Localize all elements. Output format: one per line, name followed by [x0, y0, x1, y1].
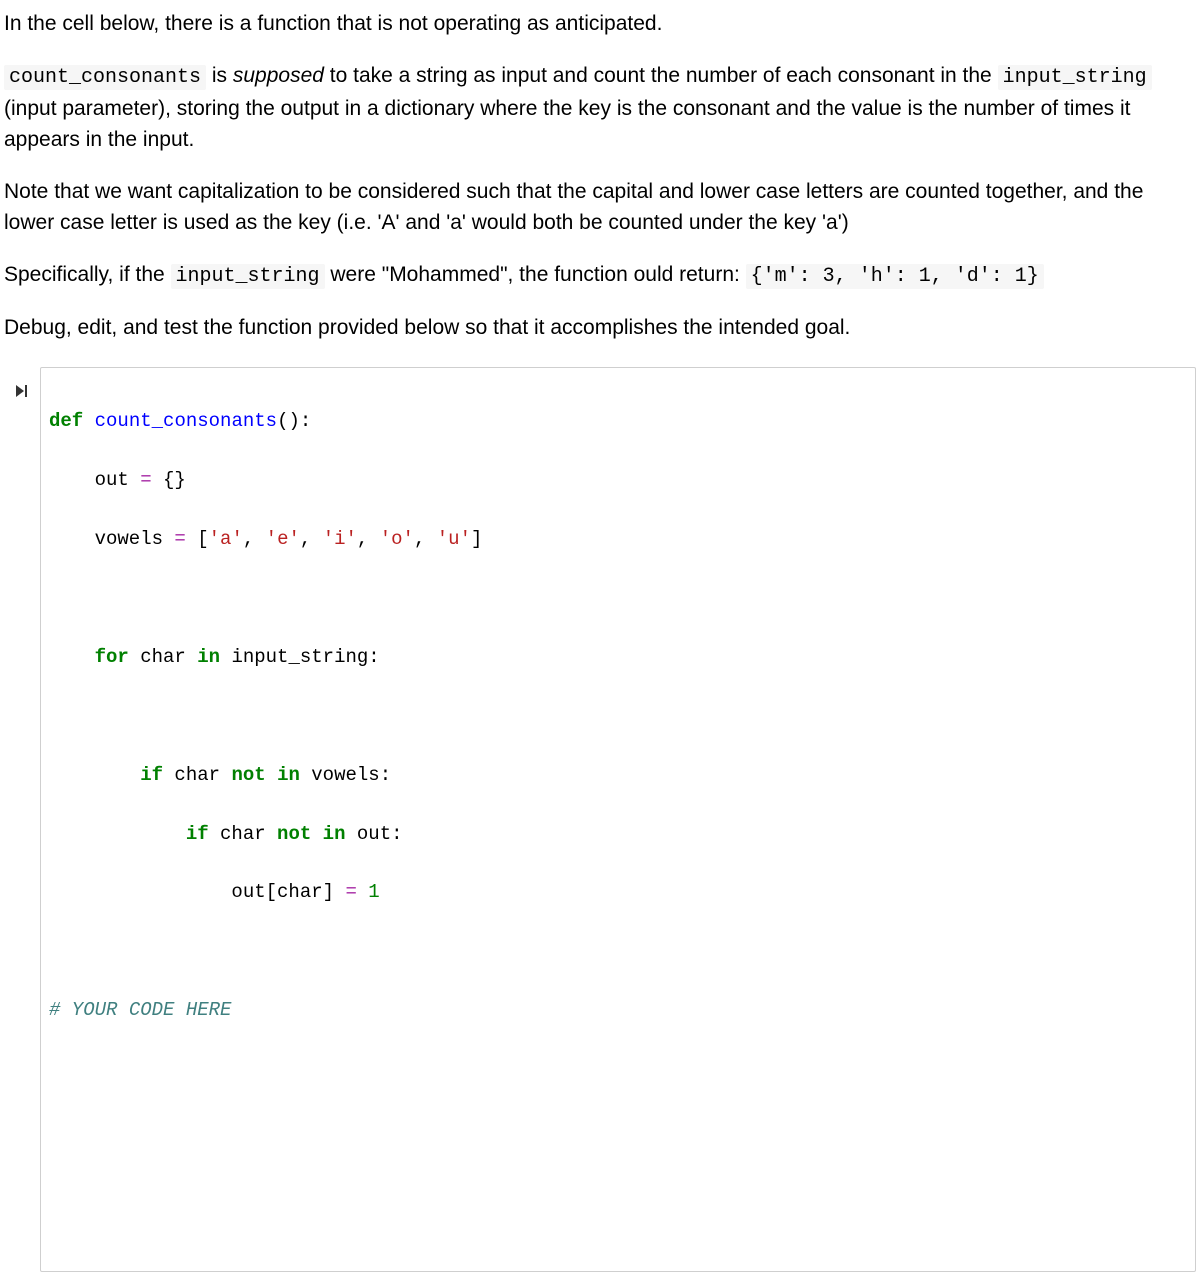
str-i: 'i'	[323, 528, 357, 550]
code-editor[interactable]: def count_consonants(): out = {} vowels …	[40, 367, 1196, 1272]
op-assign: =	[174, 528, 185, 550]
fn-name: count_consonants	[95, 410, 277, 432]
text	[357, 881, 368, 903]
text: Specifically, if the	[4, 263, 171, 286]
text	[266, 764, 277, 786]
text: ,	[243, 528, 266, 550]
text: (input parameter), storing the output in…	[4, 97, 1130, 152]
paragraph-intro: In the cell below, there is a function t…	[4, 8, 1196, 40]
text: vowels	[95, 528, 175, 550]
kw-def: def	[49, 410, 83, 432]
str-u: 'u'	[437, 528, 471, 550]
kw-not: not	[231, 764, 265, 786]
text: ,	[414, 528, 437, 550]
emphasis-supposed: supposed	[233, 64, 324, 87]
kw-in: in	[323, 823, 346, 845]
text: ,	[300, 528, 323, 550]
text	[311, 823, 322, 845]
kw-if: if	[140, 764, 163, 786]
text: ,	[357, 528, 380, 550]
code-expected-output: {'m': 3, 'h': 1, 'd': 1}	[746, 264, 1044, 289]
paragraph-task: Debug, edit, and test the function provi…	[4, 312, 1196, 344]
text: [	[186, 528, 209, 550]
instructions: In the cell below, there is a function t…	[4, 8, 1196, 343]
text: vowels:	[300, 764, 391, 786]
code-cell-wrapper: def count_consonants(): out = {} vowels …	[4, 367, 1196, 1272]
kw-not: not	[277, 823, 311, 845]
code-param-name: input_string	[998, 65, 1152, 90]
str-a: 'a'	[209, 528, 243, 550]
text: ():	[277, 410, 311, 432]
kw-in: in	[277, 764, 300, 786]
text: to take a string as input and count the …	[324, 64, 998, 87]
op-assign: =	[140, 469, 151, 491]
code-fn-name: count_consonants	[4, 65, 206, 90]
text: char	[163, 764, 231, 786]
text: out[char]	[231, 881, 345, 903]
text: char	[209, 823, 277, 845]
num-1: 1	[368, 881, 379, 903]
run-gutter	[4, 367, 40, 409]
text: input_string:	[220, 646, 380, 668]
paragraph-example: Specifically, if the input_string were "…	[4, 259, 1196, 292]
text: is	[206, 64, 233, 87]
paragraph-capitalization: Note that we want capitalization to be c…	[4, 176, 1196, 239]
kw-if: if	[186, 823, 209, 845]
text: char	[129, 646, 197, 668]
kw-in: in	[197, 646, 220, 668]
run-cell-icon[interactable]	[14, 381, 30, 404]
comment-your-code: # YOUR CODE HERE	[49, 999, 231, 1021]
str-e: 'e'	[266, 528, 300, 550]
text: out:	[345, 823, 402, 845]
op-assign: =	[345, 881, 356, 903]
text: {}	[152, 469, 186, 491]
str-o: 'o'	[380, 528, 414, 550]
text: out	[95, 469, 141, 491]
text: ]	[471, 528, 482, 550]
kw-for: for	[95, 646, 129, 668]
paragraph-desc: count_consonants is supposed to take a s…	[4, 60, 1196, 156]
code-param-name-2: input_string	[171, 264, 325, 289]
text: were "Mohammed", the function ould retur…	[325, 263, 746, 286]
